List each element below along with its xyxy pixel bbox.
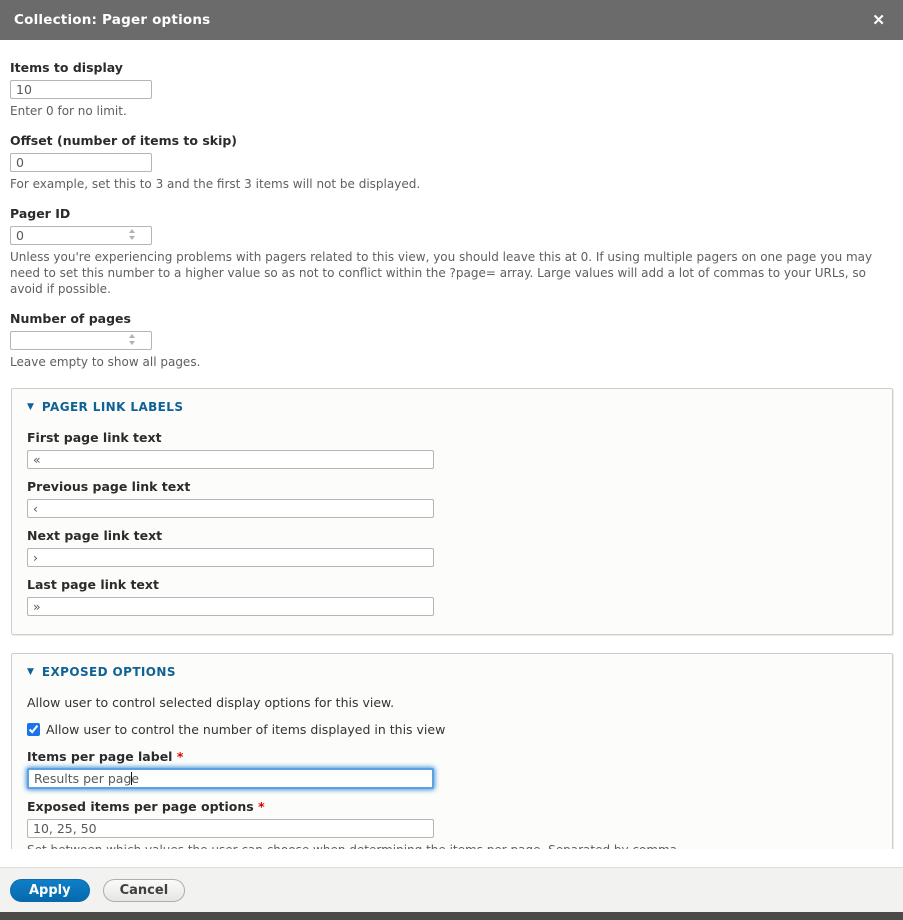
- offset-label: Offset (number of items to skip): [10, 133, 893, 148]
- next-page-link-input[interactable]: [27, 548, 434, 567]
- last-page-link-input[interactable]: [27, 597, 434, 616]
- modal-header: Collection: Pager options ✕: [0, 0, 903, 40]
- items-per-page-label-input[interactable]: [27, 768, 434, 789]
- exposed-items-options-field: Exposed items per page options * Set bet…: [27, 799, 877, 849]
- last-page-link-field: Last page link text: [27, 577, 877, 616]
- exposed-options-legend-text: EXPOSED OPTIONS: [42, 665, 176, 679]
- required-asterisk: *: [258, 799, 265, 814]
- cancel-button[interactable]: Cancel: [103, 879, 186, 902]
- exposed-options-intro: Allow user to control selected display o…: [27, 695, 877, 710]
- apply-button[interactable]: Apply: [10, 879, 90, 902]
- exposed-options-fieldset: ▼ EXPOSED OPTIONS Allow user to control …: [11, 653, 893, 849]
- items-per-page-label-field: Items per page label *: [27, 749, 877, 789]
- pager-id-field: Pager ID Unless you're experiencing prob…: [10, 206, 893, 297]
- required-asterisk: *: [177, 749, 184, 764]
- items-to-display-label: Items to display: [10, 60, 893, 75]
- items-per-page-label-text: Items per page label: [27, 749, 172, 764]
- next-page-link-field: Next page link text: [27, 528, 877, 567]
- collapse-triangle-icon: ▼: [27, 667, 34, 677]
- number-of-pages-description: Leave empty to show all pages.: [10, 354, 893, 370]
- pager-link-labels-legend[interactable]: ▼ PAGER LINK LABELS: [27, 400, 877, 414]
- exposed-options-legend[interactable]: ▼ EXPOSED OPTIONS: [27, 665, 877, 679]
- first-page-link-label: First page link text: [27, 430, 877, 445]
- pager-link-labels-fieldset: ▼ PAGER LINK LABELS First page link text…: [11, 388, 893, 635]
- number-of-pages-label: Number of pages: [10, 311, 893, 326]
- offset-input[interactable]: [10, 153, 152, 172]
- offset-description: For example, set this to 3 and the first…: [10, 176, 893, 192]
- control-items-checkbox[interactable]: [27, 723, 40, 736]
- pager-link-labels-legend-text: PAGER LINK LABELS: [42, 400, 183, 414]
- page-background-strip: [0, 912, 903, 920]
- next-page-link-label: Next page link text: [27, 528, 877, 543]
- close-icon[interactable]: ✕: [868, 11, 889, 30]
- text-cursor: [131, 772, 132, 785]
- items-to-display-description: Enter 0 for no limit.: [10, 103, 893, 119]
- items-per-page-label-label: Items per page label *: [27, 749, 877, 764]
- modal-content: Items to display Enter 0 for no limit. O…: [0, 40, 903, 849]
- previous-page-link-label: Previous page link text: [27, 479, 877, 494]
- previous-page-link-input[interactable]: [27, 499, 434, 518]
- items-to-display-input[interactable]: [10, 80, 152, 99]
- number-spinner-icon[interactable]: [128, 229, 135, 240]
- first-page-link-input[interactable]: [27, 450, 434, 469]
- number-spinner-icon[interactable]: [128, 334, 135, 345]
- number-of-pages-field: Number of pages Leave empty to show all …: [10, 311, 893, 370]
- collapse-triangle-icon: ▼: [27, 402, 34, 412]
- pager-id-description: Unless you're experiencing problems with…: [10, 249, 893, 297]
- first-page-link-field: First page link text: [27, 430, 877, 469]
- items-to-display-field: Items to display Enter 0 for no limit.: [10, 60, 893, 119]
- exposed-items-options-description: Set between which values the user can ch…: [27, 842, 877, 849]
- control-items-checkbox-row[interactable]: Allow user to control the number of item…: [27, 722, 877, 737]
- last-page-link-label: Last page link text: [27, 577, 877, 592]
- modal-title: Collection: Pager options: [14, 12, 210, 28]
- offset-field: Offset (number of items to skip) For exa…: [10, 133, 893, 192]
- exposed-items-options-input[interactable]: [27, 819, 434, 838]
- exposed-items-options-label: Exposed items per page options *: [27, 799, 877, 814]
- previous-page-link-field: Previous page link text: [27, 479, 877, 518]
- control-items-checkbox-label: Allow user to control the number of item…: [46, 722, 445, 737]
- pager-id-label: Pager ID: [10, 206, 893, 221]
- exposed-items-options-label-text: Exposed items per page options: [27, 799, 254, 814]
- modal-footer: Apply Cancel: [0, 867, 903, 912]
